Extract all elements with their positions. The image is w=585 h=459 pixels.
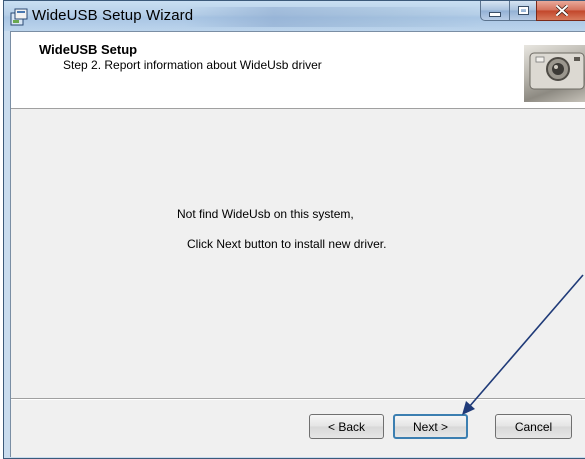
- wizard-header-subtitle: Step 2. Report information about WideUsb…: [63, 58, 322, 72]
- instruction-message: Click Next button to install new driver.: [187, 237, 387, 251]
- window-title: WideUSB Setup Wizard: [32, 7, 194, 24]
- title-bar-background: [184, 7, 484, 27]
- cancel-button[interactable]: Cancel: [495, 414, 572, 439]
- wizard-header: WideUSB Setup Step 2. Report information…: [11, 32, 585, 109]
- setup-installer-icon[interactable]: [10, 8, 28, 26]
- maximize-icon: [517, 6, 529, 15]
- camera-icon: [529, 52, 585, 90]
- minimize-button[interactable]: [480, 1, 510, 21]
- next-button[interactable]: Next >: [393, 414, 468, 439]
- status-message: Not find WideUsb on this system,: [177, 207, 354, 221]
- camera-image: [524, 45, 585, 102]
- close-button[interactable]: [536, 1, 585, 21]
- wizard-header-title: WideUSB Setup: [39, 42, 138, 57]
- maximize-button[interactable]: [509, 1, 537, 21]
- button-separator: [11, 398, 585, 400]
- wizard-client-area: WideUSB Setup Step 2. Report information…: [10, 31, 585, 457]
- close-icon: [555, 5, 568, 16]
- title-bar[interactable]: WideUSB Setup Wizard: [4, 1, 585, 31]
- back-button[interactable]: < Back: [309, 414, 384, 439]
- setup-wizard-window: WideUSB Setup Wizard WideUSB Setup Step …: [3, 0, 585, 459]
- minimize-icon: [489, 11, 501, 17]
